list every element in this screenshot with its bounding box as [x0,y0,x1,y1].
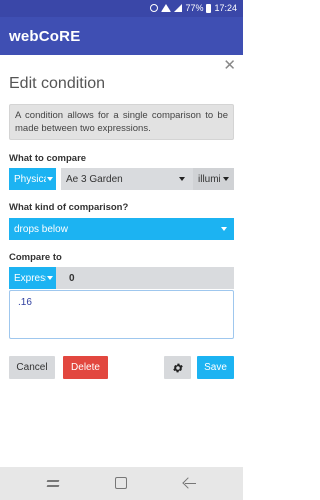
settings-button[interactable] [164,356,191,379]
what-to-compare-label: What to compare [9,153,87,164]
compare-to-row: Expression 0 [9,267,234,289]
attribute-select[interactable]: illuminance [193,168,234,190]
close-icon[interactable]: ✕ [223,58,236,73]
dialog-title: Edit condition [9,75,106,92]
alarm-icon [150,4,159,12]
delete-button[interactable]: Delete [63,356,108,379]
home-icon[interactable] [115,477,127,489]
expression-input[interactable]: .16 [9,290,234,339]
comparison-row: drops below [9,218,234,240]
wifi-icon [161,4,172,12]
chevron-down-icon [223,177,229,181]
recent-apps-icon[interactable] [47,477,59,489]
comparison-select[interactable]: drops below [9,218,234,240]
compare-to-type-select[interactable]: Expression [9,267,56,289]
status-icons: 77% 17:24 [150,3,237,13]
cancel-button[interactable]: Cancel [9,356,55,379]
info-box: A condition allows for a single comparis… [9,104,234,140]
chevron-down-icon [47,177,53,181]
edit-condition-dialog: ✕ Edit condition A condition allows for … [0,55,243,467]
gear-icon [172,363,183,372]
navigation-bar [0,467,243,500]
device-select[interactable]: Ae 3 Garden [61,168,193,190]
attribute-value: illuminance [198,173,220,185]
signal-icon [174,4,183,12]
comparison-value: drops below [14,223,68,235]
expression-text: .16 [18,297,32,308]
battery-percent: 77% [185,3,204,13]
operand-type-select[interactable]: Physical [9,168,56,190]
status-bar: 77% 17:24 [0,0,243,17]
save-button[interactable]: Save [197,356,234,379]
back-icon[interactable] [183,477,197,489]
clock: 17:24 [214,3,237,13]
chevron-down-icon [47,276,53,280]
device-value: Ae 3 Garden [66,173,123,185]
what-to-compare-row: Physical Ae 3 Garden illuminance [9,168,234,190]
compare-to-type-value: Expression [14,272,46,284]
compare-to-label: Compare to [9,252,62,263]
app-bar: webCoRE [0,17,243,55]
compare-to-value: 0 [69,272,75,284]
compare-to-value-field[interactable]: 0 [56,267,234,289]
comparison-label: What kind of comparison? [9,202,129,213]
chevron-down-icon [221,227,227,231]
app-title: webCoRE [9,28,81,45]
operand-type-value: Physical [14,173,46,185]
chevron-down-icon [179,177,185,181]
battery-icon [206,3,212,13]
